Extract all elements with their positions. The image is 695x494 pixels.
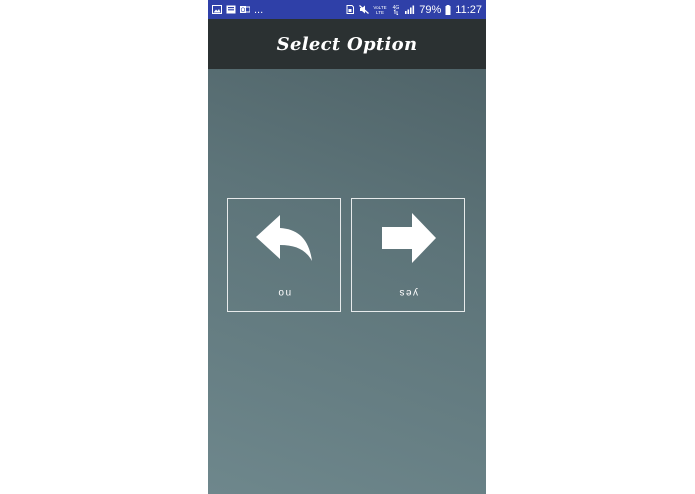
right-arrow-icon xyxy=(382,213,436,263)
status-bar-left: O ... xyxy=(212,4,263,16)
battery-icon xyxy=(445,4,451,15)
signal-icon xyxy=(405,5,415,14)
outlook-icon: O xyxy=(240,6,250,14)
no-option-button[interactable]: no xyxy=(227,198,341,312)
app-title: Select Option xyxy=(276,33,418,55)
status-bar: O ... VoLTE LTE 4G 79% 11:27 xyxy=(208,0,486,19)
clock: 11:27 xyxy=(455,3,482,16)
no-option-label: no xyxy=(276,287,292,298)
image-icon xyxy=(212,5,222,14)
svg-text:LTE: LTE xyxy=(376,10,384,15)
reply-arrow-icon xyxy=(256,215,312,261)
4g-icon: 4G xyxy=(393,5,400,15)
svg-text:O: O xyxy=(241,8,246,14)
battery-percent: 79% xyxy=(419,3,442,16)
yes-option-button[interactable]: yes xyxy=(351,198,465,312)
yes-option-label: yes xyxy=(397,287,419,298)
phone-screen: O ... VoLTE LTE 4G 79% 11:27 Select Opti… xyxy=(208,0,486,494)
status-more-text: ... xyxy=(254,3,264,16)
volte-icon: VoLTE LTE xyxy=(374,5,387,15)
svg-text:4G: 4G xyxy=(393,5,400,11)
status-bar-right: VoLTE LTE 4G 79% 11:27 xyxy=(345,4,482,16)
app-bar: Select Option xyxy=(208,19,486,69)
gallery-icon xyxy=(226,5,236,14)
mute-icon xyxy=(359,5,370,14)
sim-icon xyxy=(346,5,355,14)
